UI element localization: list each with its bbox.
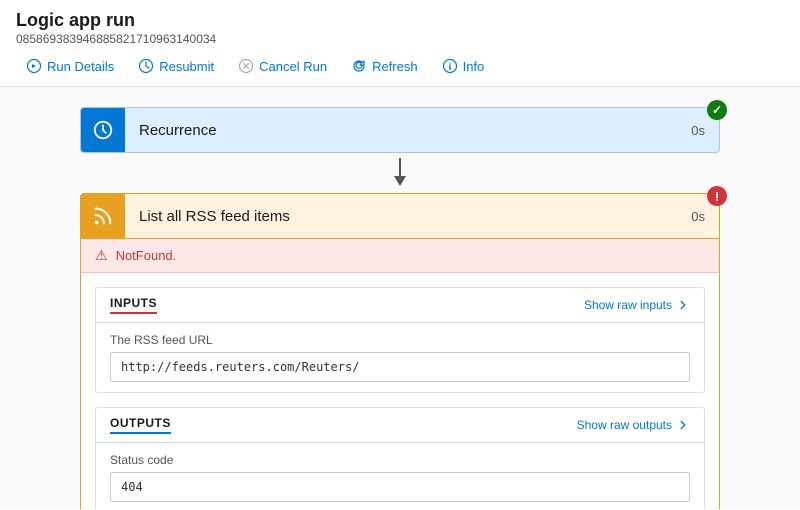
inputs-section: INPUTS Show raw inputs The RSS feed URL … <box>95 287 705 393</box>
status-code-value: 404 <box>110 472 690 502</box>
info-label: Info <box>463 59 485 74</box>
rss-header[interactable]: List all RSS feed items 0s ! <box>81 194 719 239</box>
resubmit-icon <box>138 58 154 74</box>
run-details-button[interactable]: Run Details <box>16 54 124 78</box>
arrow-connector <box>30 153 770 193</box>
recurrence-success-badge: ✓ <box>707 100 727 120</box>
status-code-label: Status code <box>110 453 690 467</box>
show-raw-outputs-label: Show raw outputs <box>577 418 672 432</box>
run-details-label: Run Details <box>47 59 114 74</box>
info-icon: i <box>442 58 458 74</box>
run-details-icon <box>26 58 42 74</box>
recurrence-duration: 0s <box>677 123 719 138</box>
rss-error-badge: ! <box>707 186 727 206</box>
main-content: Recurrence 0s ✓ List all RSS feed items … <box>0 87 800 509</box>
chevron-right-icon <box>676 298 690 312</box>
show-raw-outputs-link[interactable]: Show raw outputs <box>577 418 690 432</box>
chevron-right-outputs-icon <box>676 418 690 432</box>
cancel-run-button[interactable]: Cancel Run <box>228 54 337 78</box>
warning-icon: ⚠ <box>95 247 108 264</box>
inputs-section-body: The RSS feed URL http://feeds.reuters.co… <box>96 323 704 392</box>
outputs-section-header: OUTPUTS Show raw outputs <box>96 408 704 443</box>
outputs-section: OUTPUTS Show raw outputs Status code 404 <box>95 407 705 509</box>
outputs-section-body: Status code 404 <box>96 443 704 509</box>
info-button[interactable]: i Info <box>432 54 495 78</box>
recurrence-label: Recurrence <box>125 122 677 139</box>
rss-icon-box <box>81 194 125 238</box>
svg-text:i: i <box>448 62 451 73</box>
refresh-label: Refresh <box>372 59 418 74</box>
page-title: Logic app run <box>16 10 784 31</box>
page-subtitle: 085869383946885821710963140034 <box>16 32 784 46</box>
page-header: Logic app run 08586938394688582171096314… <box>0 0 800 46</box>
refresh-button[interactable]: Refresh <box>341 54 428 78</box>
recurrence-block[interactable]: Recurrence 0s ✓ <box>80 107 720 153</box>
resubmit-label: Resubmit <box>159 59 214 74</box>
inputs-title: INPUTS <box>110 296 157 314</box>
resubmit-button[interactable]: Resubmit <box>128 54 224 78</box>
refresh-icon <box>351 58 367 74</box>
toolbar: Run Details Resubmit Cancel Run Refresh <box>0 46 800 87</box>
recurrence-icon-box <box>81 108 125 152</box>
show-raw-inputs-link[interactable]: Show raw inputs <box>584 298 690 312</box>
outputs-title: OUTPUTS <box>110 416 171 434</box>
inputs-section-header: INPUTS Show raw inputs <box>96 288 704 323</box>
rss-url-label: The RSS feed URL <box>110 333 690 347</box>
rss-url-value: http://feeds.reuters.com/Reuters/ <box>110 352 690 382</box>
cancel-run-label: Cancel Run <box>259 59 327 74</box>
error-banner: ⚠ NotFound. <box>81 239 719 273</box>
cancel-run-icon <box>238 58 254 74</box>
rss-duration: 0s <box>677 209 719 224</box>
rss-block-label: List all RSS feed items <box>125 208 677 225</box>
error-message: NotFound. <box>116 248 177 263</box>
show-raw-inputs-label: Show raw inputs <box>584 298 672 312</box>
rss-feed-block: List all RSS feed items 0s ! ⚠ NotFound.… <box>80 193 720 509</box>
